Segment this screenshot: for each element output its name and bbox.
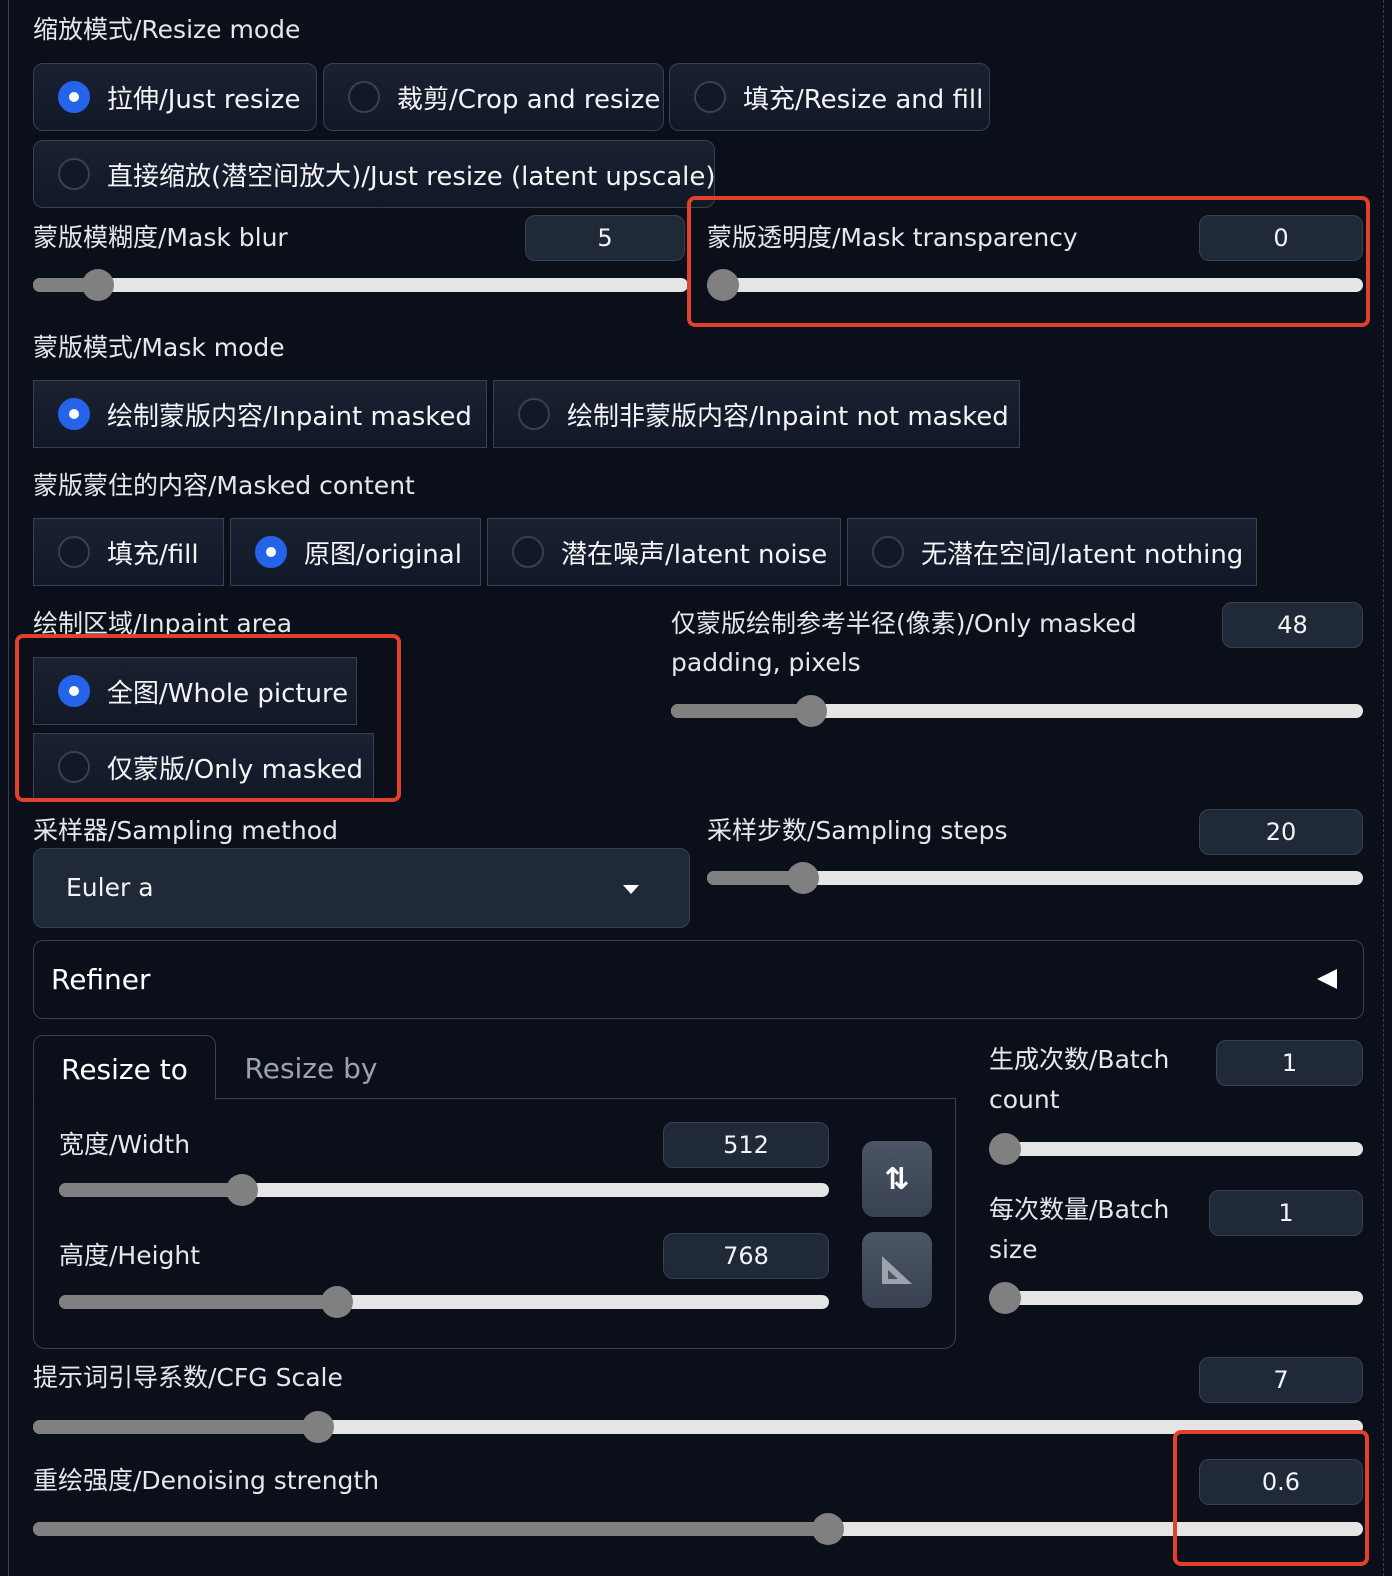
height-label: 高度/Height [59,1241,201,1270]
masked-content-label: 蒙版蒙住的内容/Masked content [33,471,415,500]
mask-blur-slider[interactable] [33,269,688,301]
radio-original[interactable]: 原图/original [230,518,481,586]
radio-icon [694,81,726,113]
slider-thumb[interactable] [301,1411,334,1443]
radio-icon [348,81,380,113]
padding-label: 仅蒙版绘制参考半径(像素)/Only masked padding, pixel… [671,609,1137,677]
radio-just-resize[interactable]: 拉伸/Just resize [33,63,317,131]
slider-thumb[interactable] [786,862,819,894]
steps-label: 采样步数/Sampling steps [707,816,1008,845]
radio-icon [58,398,90,430]
cfg-slider[interactable] [33,1411,1363,1443]
slider-thumb[interactable] [989,1133,1021,1165]
radio-icon [58,81,90,113]
batch-size-label: 每次数量/Batch size [989,1195,1170,1264]
steps-slider[interactable] [707,862,1363,894]
radio-label: 直接缩放(潜空间放大)/Just resize (latent upscale) [107,161,716,192]
triangle-ruler-icon [882,1256,912,1284]
highlight-box [1173,1430,1369,1566]
slider-thumb[interactable] [320,1286,353,1318]
slider-fill [671,704,811,718]
radio-icon [58,536,90,568]
padding-slider[interactable] [671,695,1363,727]
radio-label: 裁剪/Crop and resize [397,84,661,115]
sampler-value: Euler a [66,873,154,902]
aspect-ratio-button[interactable] [862,1232,932,1308]
radio-latent-upscale[interactable]: 直接缩放(潜空间放大)/Just resize (latent upscale) [33,140,716,208]
tab-resize-to[interactable]: Resize to [33,1035,216,1100]
slider-thumb[interactable] [794,695,827,727]
resize-mode-label: 缩放模式/Resize mode [33,15,301,44]
height-input[interactable]: 768 [663,1233,829,1279]
radio-label: 绘制蒙版内容/Inpaint masked [107,401,472,432]
slider-fill [33,1522,828,1536]
highlight-box [687,196,1370,327]
sampler-dropdown[interactable]: Euler a [33,848,690,928]
radio-inpaint-masked[interactable]: 绘制蒙版内容/Inpaint masked [33,380,487,448]
slider-thumb[interactable] [989,1282,1021,1314]
mask-blur-input[interactable]: 5 [525,215,685,261]
refiner-title: Refiner [51,963,151,996]
slider-thumb[interactable] [81,269,114,301]
height-slider[interactable] [59,1286,829,1318]
padding-input[interactable]: 48 [1222,602,1363,648]
radio-label: 填充/Resize and fill [743,84,984,115]
steps-input[interactable]: 20 [1199,809,1363,855]
radio-icon [58,158,90,190]
slider-thumb[interactable] [225,1174,258,1206]
panel-border [1383,0,1384,1576]
width-slider[interactable] [59,1174,829,1206]
slider-fill [59,1295,337,1309]
radio-latent-nothing[interactable]: 无潜在空间/latent nothing [847,518,1257,586]
radio-icon [512,536,544,568]
width-input[interactable]: 512 [663,1122,829,1168]
radio-icon [872,536,904,568]
radio-label: 无潜在空间/latent nothing [921,539,1244,570]
chevron-down-icon [623,885,639,894]
caret-left-icon [1317,969,1337,989]
slider-fill [33,1420,318,1434]
radio-resize-and-fill[interactable]: 填充/Resize and fill [669,63,990,131]
refiner-accordion[interactable]: Refiner [33,940,1364,1019]
radio-label: 潜在噪声/latent noise [561,539,828,570]
cfg-input[interactable]: 7 [1199,1357,1363,1403]
denoise-slider[interactable] [33,1513,1363,1545]
highlight-box [15,634,401,802]
batch-count-label: 生成次数/Batch count [989,1045,1170,1114]
radio-label: 填充/fill [107,539,199,570]
radio-crop-and-resize[interactable]: 裁剪/Crop and resize [323,63,664,131]
batch-count-input[interactable]: 1 [1216,1040,1363,1086]
batch-count-slider[interactable] [989,1133,1363,1165]
radio-label: 拉伸/Just resize [107,84,301,115]
cfg-label: 提示词引导系数/CFG Scale [33,1363,343,1392]
panel-border [8,0,9,1576]
denoise-label: 重绘强度/Denoising strength [33,1466,380,1495]
radio-icon [518,398,550,430]
batch-size-input[interactable]: 1 [1209,1190,1363,1236]
mask-blur-label: 蒙版模糊度/Mask blur [33,223,288,252]
radio-icon [255,536,287,568]
batch-size-slider[interactable] [989,1282,1363,1314]
width-label: 宽度/Width [59,1130,191,1159]
mask-mode-label: 蒙版模式/Mask mode [33,333,285,362]
sampler-label: 采样器/Sampling method [33,816,338,845]
swap-arrows-icon: ⇅ [884,1161,910,1197]
radio-latent-noise[interactable]: 潜在噪声/latent noise [487,518,841,586]
radio-fill[interactable]: 填充/fill [33,518,224,586]
radio-inpaint-not-masked[interactable]: 绘制非蒙版内容/Inpaint not masked [493,380,1020,448]
radio-label: 原图/original [304,539,462,570]
tab-divider [215,1098,956,1099]
slider-fill [59,1183,242,1197]
tab-resize-by[interactable]: Resize by [216,1035,406,1098]
swap-dimensions-button[interactable]: ⇅ [862,1141,932,1217]
radio-label: 绘制非蒙版内容/Inpaint not masked [567,401,1009,432]
slider-thumb[interactable] [811,1513,844,1545]
